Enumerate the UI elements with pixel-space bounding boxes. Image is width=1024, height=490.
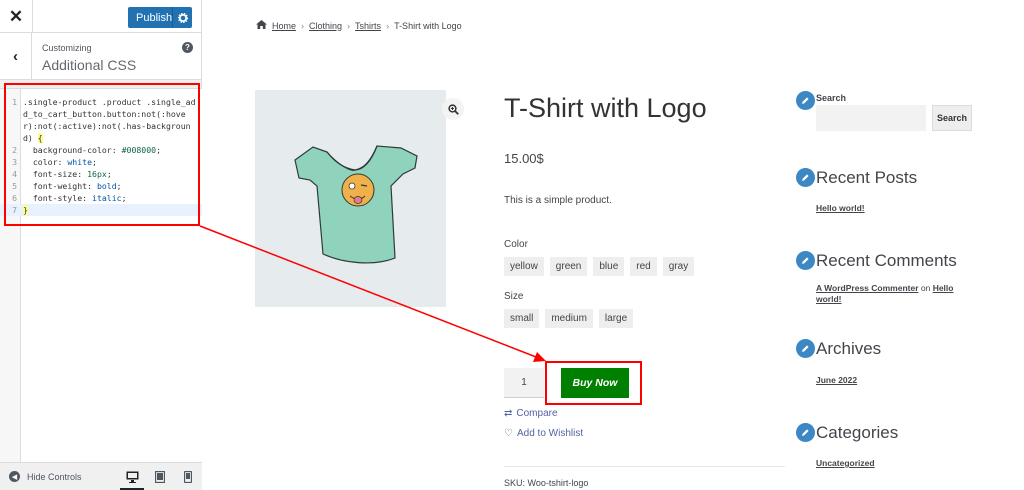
recent-comments-title: Recent Comments [816,251,957,270]
publish-label: Publish [136,11,173,24]
hide-controls-label: Hide Controls [27,471,82,482]
breadcrumb-tshirts[interactable]: Tshirts [355,21,381,31]
color-option[interactable]: green [549,257,588,276]
divider [504,466,785,467]
archive-link[interactable]: June 2022 [816,375,857,385]
color-label: Color [504,239,528,250]
search-button[interactable]: Search [932,105,972,131]
search-widget-title: Search [816,93,847,103]
recent-posts-title: Recent Posts [816,168,918,187]
breadcrumb-clothing[interactable]: Clothing [309,21,342,31]
product-sku: SKU: Woo-tshirt-logo [504,478,589,488]
mobile-icon[interactable] [174,463,202,490]
compare-icon: ⇄ [504,408,513,419]
product-price: 15.00$ [504,151,544,166]
publish-button[interactable]: Publish [128,7,192,28]
color-option[interactable]: yellow [504,257,544,276]
customizer-footer: ◀ Hide Controls [0,462,202,490]
color-option[interactable]: gray [662,257,695,276]
product-title: T-Shirt with Logo [504,93,707,123]
pencil-icon [796,91,815,110]
customizing-label: Customizing [42,43,92,53]
color-option[interactable]: red [630,257,657,276]
search-input[interactable] [816,105,926,131]
comment-author-link[interactable]: A WordPress Commenter [816,283,919,293]
breadcrumb-separator: › [301,20,305,31]
breadcrumb-separator: › [386,20,390,31]
collapse-icon: ◀ [9,471,20,482]
color-swatches: yellow green blue red gray [504,257,695,276]
help-icon[interactable]: ? [182,42,193,53]
customizer-panel: ✕ Publish ‹ Customizing Additional CSS ?… [0,0,202,490]
product-image[interactable] [255,90,464,307]
tablet-icon[interactable] [146,463,174,490]
heart-icon: ♡ [504,428,513,439]
desktop-icon[interactable] [118,463,146,490]
size-option[interactable]: small [504,309,540,328]
close-icon[interactable]: ✕ [0,0,33,33]
breadcrumb-current: T-Shirt with Logo [394,20,462,31]
archives-title: Archives [816,339,882,358]
back-chevron-icon[interactable]: ‹ [0,33,32,80]
compare-link[interactable]: ⇄ Compare [504,408,558,419]
size-option[interactable]: medium [545,309,593,328]
gear-icon[interactable] [172,7,192,28]
home-icon [256,20,267,31]
recent-comment: A WordPress Commenter on Hello world! [816,283,954,304]
recent-post-link[interactable]: Hello world! [816,203,865,213]
categories-title: Categories [816,423,899,442]
wishlist-link[interactable]: ♡ Add to Wishlist [504,428,583,439]
site-preview: Home › Clothing › Tshirts › T-Shirt with… [203,0,1024,490]
breadcrumb-home[interactable]: Home [272,21,296,31]
category-link[interactable]: Uncategorized [816,458,875,468]
annotation-box-css [4,83,200,226]
zoom-icon[interactable] [442,98,464,120]
color-option[interactable]: blue [593,257,625,276]
wishlist-label: Add to Wishlist [516,428,584,439]
pencil-icon [796,423,815,442]
customizer-section-header: ‹ Customizing Additional CSS ? [0,33,201,80]
quantity-input[interactable]: 1 [504,368,544,398]
tshirt-illustration [294,145,418,264]
annotation-box-button [545,361,642,405]
customizer-topbar: ✕ Publish [0,0,201,33]
compare-label: Compare [516,408,558,419]
size-swatches: small medium large [504,309,634,328]
size-label: Size [504,291,524,302]
breadcrumb-separator: › [347,20,351,31]
size-option[interactable]: large [598,309,634,328]
pencil-icon [796,339,815,358]
pencil-icon [796,251,815,270]
hide-controls-button[interactable]: ◀ Hide Controls [0,471,118,482]
section-title: Additional CSS [42,57,137,73]
pencil-icon [796,168,815,187]
breadcrumb: Home › Clothing › Tshirts › T-Shirt with… [256,20,462,31]
product-description: This is a simple product. [504,195,612,206]
